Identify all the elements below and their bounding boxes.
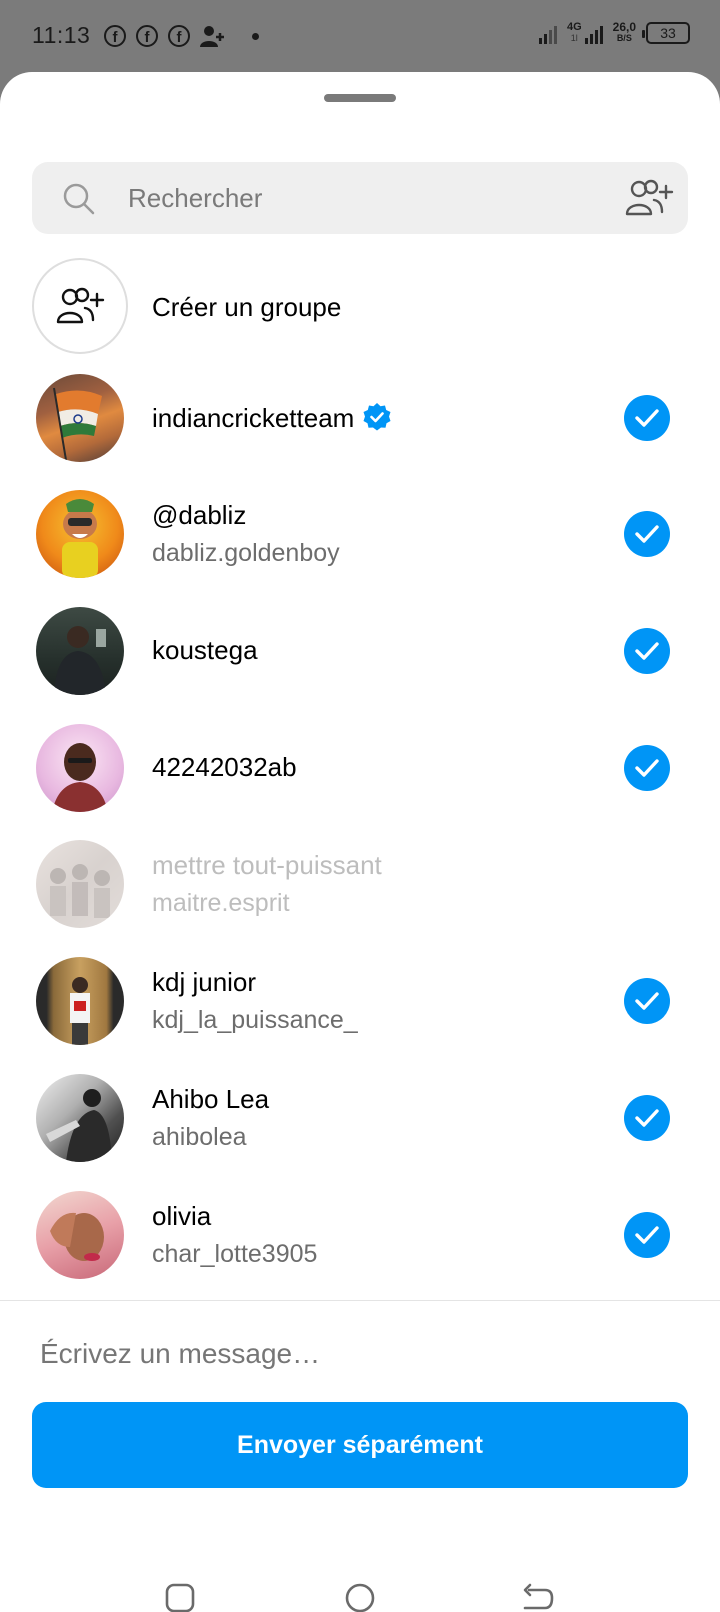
notification-icons: f f f [104, 24, 259, 48]
contact-username: kdj_la_puissance_ [152, 1006, 358, 1034]
share-sheet: Créer un groupe indiancricketteam [0, 72, 720, 1612]
selected-check-icon[interactable] [624, 511, 670, 557]
contact-name: Ahibo Lea [152, 1084, 270, 1114]
selected-check-icon[interactable] [624, 1212, 670, 1258]
dot-icon [252, 32, 259, 40]
add-contact-icon [200, 26, 224, 47]
search-icon [63, 183, 95, 215]
recents-button[interactable] [160, 1578, 200, 1612]
contact-row-kdj-junior[interactable]: kdj junior kdj_la_puissance_ [0, 957, 720, 1077]
search-input[interactable] [128, 162, 598, 234]
contact-row-koustega[interactable]: koustega [0, 607, 720, 727]
home-button[interactable] [340, 1578, 380, 1612]
contact-list[interactable]: indiancricketteam @dabliz dabliz.goldenb… [0, 374, 720, 1300]
contact-username: char_lotte3905 [152, 1240, 318, 1268]
contact-name: kdj junior [152, 967, 257, 997]
contact-row-dabliz[interactable]: @dabliz dabliz.goldenboy [0, 490, 720, 610]
create-group-icon [56, 287, 105, 324]
contact-row-ahibo-lea[interactable]: Ahibo Lea ahibolea [0, 1074, 720, 1194]
avatar-image [70, 977, 90, 1045]
avatar-image [46, 1089, 112, 1162]
selected-check-icon[interactable] [624, 395, 670, 441]
selected-check-icon[interactable] [624, 978, 670, 1024]
verified-badge-icon [363, 403, 391, 431]
contact-name: mettre tout-puissant [152, 850, 382, 880]
battery-icon: 33 [642, 22, 690, 44]
contact-name: 42242032ab [152, 752, 297, 782]
contact-username: maitre.esprit [152, 889, 290, 917]
drag-handle[interactable] [324, 94, 396, 102]
avatar-image [54, 626, 106, 695]
selected-check-icon[interactable] [624, 745, 670, 791]
facebook-icon: f [136, 25, 158, 47]
contact-username: ahibolea [152, 1123, 247, 1151]
avatar [36, 1191, 124, 1279]
home-icon [345, 1583, 375, 1612]
contact-row-olivia[interactable]: olivia char_lotte3905 [0, 1191, 720, 1300]
back-icon [523, 1583, 554, 1610]
facebook-icon: f [168, 25, 190, 47]
facebook-icon: f [104, 25, 126, 47]
contact-name: @dabliz [152, 500, 247, 530]
avatar-image [62, 499, 98, 578]
system-nav-bar [0, 1552, 720, 1612]
selected-check-icon[interactable] [624, 1095, 670, 1141]
avatar [36, 840, 124, 928]
avatar-image [52, 743, 108, 812]
avatar [36, 374, 124, 462]
speed-unit: B/S [616, 33, 632, 43]
create-group-row[interactable]: Créer un groupe [32, 258, 688, 356]
avatar [36, 490, 124, 578]
battery-level: 33 [660, 25, 676, 41]
avatar [36, 1074, 124, 1162]
avatar-image [50, 864, 110, 918]
send-separately-button[interactable]: Envoyer séparément [32, 1402, 688, 1488]
signal-icon [538, 22, 557, 44]
recents-icon [165, 1583, 195, 1612]
add-people-icon[interactable] [624, 178, 674, 218]
contact-row-indiancricketteam[interactable]: indiancricketteam [0, 374, 720, 494]
status-bar: 11:13 f f f 4G 1l 26,0 B/S 33 [0, 0, 720, 72]
contact-username: dabliz.goldenboy [152, 539, 340, 567]
contact-name: koustega [152, 635, 258, 665]
speed-value: 26,0 [612, 20, 636, 34]
contact-row-mettre-tout-puissant: mettre tout-puissant maitre.esprit [0, 840, 720, 960]
network-sub: 1l [570, 33, 578, 43]
contact-name: olivia [152, 1201, 212, 1231]
system-indicators: 4G 1l 26,0 B/S 33 [538, 20, 690, 44]
avatar [36, 607, 124, 695]
avatar-image [50, 1212, 104, 1261]
message-input[interactable] [40, 1321, 680, 1387]
contact-row-42242032ab[interactable]: 42242032ab [0, 724, 720, 844]
status-time: 11:13 [32, 22, 91, 48]
search-bar [32, 162, 688, 234]
network-indicator: 4G 1l [567, 22, 603, 44]
avatar [36, 957, 124, 1045]
signal-icon [584, 22, 603, 44]
network-speed: 26,0 B/S [612, 20, 636, 44]
network-type: 4G [566, 21, 582, 33]
selected-check-icon[interactable] [624, 628, 670, 674]
flag-image [53, 387, 102, 461]
avatar [36, 724, 124, 812]
back-button[interactable] [518, 1578, 558, 1612]
create-group-label: Créer un groupe [152, 292, 342, 322]
contact-name: indiancricketteam [152, 402, 392, 434]
create-group-icon-container [32, 258, 128, 354]
